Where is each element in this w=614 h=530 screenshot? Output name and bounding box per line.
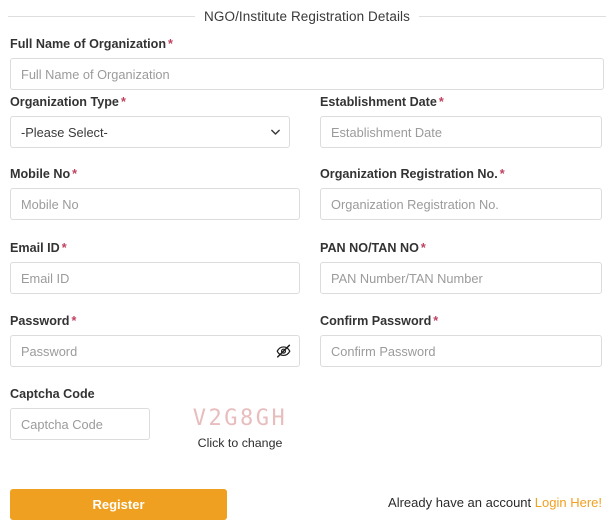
field-group-org-type: Organization Type * -Please Select-	[0, 94, 310, 166]
control-confirm-password	[320, 335, 602, 367]
header-rule-right	[419, 15, 607, 17]
password-input[interactable]	[10, 335, 300, 367]
header-rule-left	[8, 15, 196, 17]
control-org-type: -Please Select-	[10, 116, 290, 148]
label-mobile-no-text: Mobile No	[10, 167, 71, 181]
form-row-email-pan: Email ID* PAN NO/TAN NO*	[0, 240, 614, 313]
login-here-link[interactable]: Login Here!	[535, 495, 602, 510]
register-button[interactable]: Register	[10, 489, 227, 520]
label-confirm-password-text: Confirm Password	[320, 314, 432, 328]
registration-form: Full Name of Organization* Organization …	[0, 36, 614, 462]
pan-tan-input[interactable]	[320, 262, 602, 294]
captcha-input[interactable]	[10, 408, 150, 440]
org-registration-no-input[interactable]	[320, 188, 602, 220]
label-confirm-password: Confirm Password *	[320, 313, 602, 329]
section-header: NGO/Institute Registration Details	[8, 4, 607, 28]
email-id-input[interactable]	[10, 262, 300, 294]
control-email-id	[10, 262, 300, 294]
label-org-type: Organization Type *	[10, 94, 300, 110]
registration-form-page: NGO/Institute Registration Details Full …	[0, 0, 614, 530]
mobile-no-input[interactable]	[10, 188, 300, 220]
field-group-establishment-date: Establishment Date *	[310, 94, 614, 166]
label-pan-tan: PAN NO/TAN NO *	[320, 240, 602, 256]
required-asterisk: *	[168, 37, 173, 51]
label-org-type-text: Organization Type	[10, 95, 119, 109]
control-pan-tan	[320, 262, 602, 294]
control-mobile-no	[10, 188, 300, 220]
label-org-registration-no-text: Organization Registration No.	[320, 167, 498, 181]
label-establishment-date: Establishment Date *	[320, 94, 602, 110]
label-org-registration-no: Organization Registration No. *	[320, 166, 602, 182]
label-pan-tan-text: PAN NO/TAN NO	[320, 241, 419, 255]
captcha-refresh-link[interactable]: Click to change	[178, 435, 302, 451]
captcha-display[interactable]: V2G8GH Click to change	[178, 406, 302, 451]
required-asterisk: *	[72, 167, 78, 181]
form-row-mobile-regno: Mobile No* Organization Registration No.…	[0, 166, 614, 240]
field-group-email-id: Email ID *	[0, 240, 310, 313]
full-name-input[interactable]	[10, 58, 604, 90]
required-asterisk: *	[438, 95, 444, 109]
login-note: Already have an account Login Here!	[388, 494, 602, 512]
field-group-mobile-no: Mobile No *	[0, 166, 310, 240]
confirm-password-input[interactable]	[320, 335, 602, 367]
control-full-name	[10, 58, 604, 90]
page-title: NGO/Institute Registration Details	[204, 8, 410, 24]
label-password-text: Password	[10, 314, 70, 328]
field-group-pan-tan: PAN NO/TAN NO *	[310, 240, 614, 313]
field-group-password: Password *	[0, 313, 310, 386]
form-row-passwords: Password* Confirm Password*	[0, 313, 614, 386]
form-footer: Register Already have an account Login H…	[0, 484, 614, 530]
required-asterisk: *	[433, 314, 439, 328]
login-note-text: Already have an account	[388, 495, 532, 510]
label-full-name-text: Full Name of Organization	[10, 37, 167, 51]
establishment-date-input[interactable]	[320, 116, 602, 148]
field-group-org-registration-no: Organization Registration No. *	[310, 166, 614, 240]
form-row-captcha: Captcha Code V2G8GH Click to change	[0, 386, 614, 462]
required-asterisk: *	[71, 314, 77, 328]
label-captcha: Captcha Code	[10, 387, 95, 401]
required-asterisk: *	[499, 167, 505, 181]
org-type-select[interactable]: -Please Select-	[10, 116, 290, 148]
field-group-confirm-password: Confirm Password *	[310, 313, 614, 386]
form-row-full-name: Full Name of Organization *	[0, 36, 614, 94]
label-establishment-date-text: Establishment Date	[320, 95, 437, 109]
required-asterisk: *	[61, 241, 67, 255]
label-mobile-no: Mobile No *	[10, 166, 300, 182]
label-email-id: Email ID *	[10, 240, 300, 256]
control-establishment-date	[320, 116, 602, 148]
required-asterisk: *	[420, 241, 426, 255]
form-row-type-date: Organization Type * -Please Select- Estab…	[0, 94, 614, 166]
label-full-name: Full Name of Organization *	[10, 36, 604, 52]
control-org-registration-no	[320, 188, 602, 220]
eye-slash-icon[interactable]	[275, 343, 292, 360]
required-asterisk: *	[120, 95, 126, 109]
control-password	[10, 335, 300, 367]
field-group-full-name: Full Name of Organization *	[0, 36, 614, 94]
label-email-id-text: Email ID	[10, 241, 60, 255]
captcha-code-text: V2G8GH	[192, 406, 288, 431]
label-password: Password *	[10, 313, 300, 329]
